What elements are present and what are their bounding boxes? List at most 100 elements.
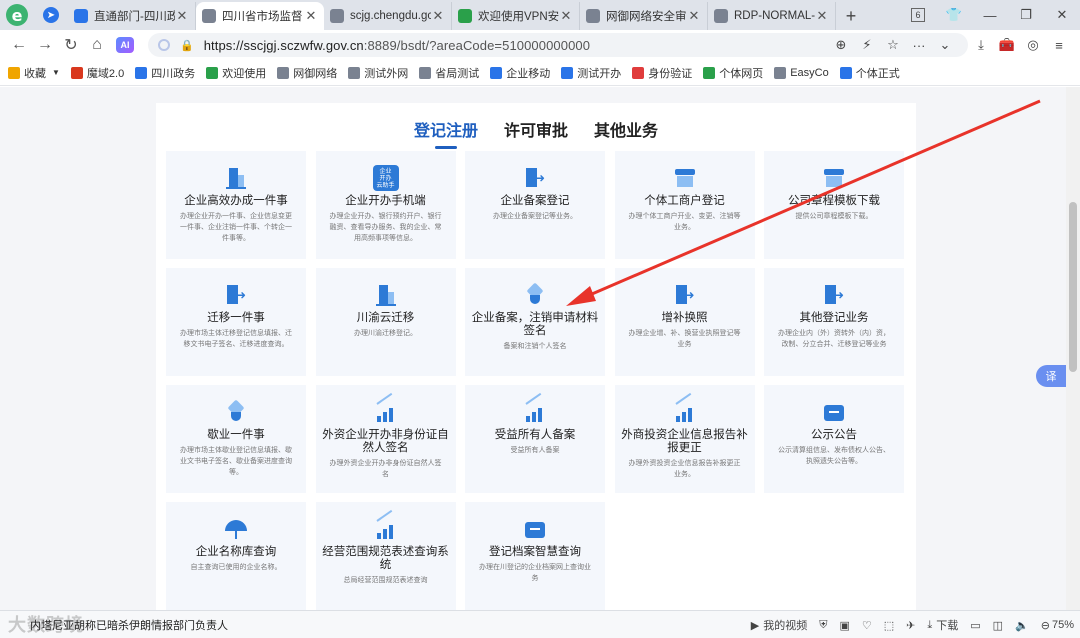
flash-icon[interactable]: ⚡ [854, 37, 880, 53]
service-card[interactable]: 企业备案登记办理企业备案登记等业务。 [465, 151, 605, 259]
category-tab[interactable]: 许可审批 [504, 117, 568, 147]
service-card[interactable]: 企业高效办成一件事 办理企业开办一件事、企业信息变更一件事、企业注销一件事、个转企… [166, 151, 306, 259]
restore-icon[interactable]: ❐ [1008, 0, 1044, 30]
image-icon[interactable]: ▣ [839, 619, 849, 632]
my-video-link[interactable]: 我的视频 [763, 617, 807, 633]
download-link[interactable]: 下载 [936, 617, 958, 633]
close-tab-icon[interactable]: ✕ [687, 8, 701, 24]
close-tab-icon[interactable]: ✕ [175, 8, 189, 24]
service-card[interactable]: 歇业一件事 办理市场主体歇业登记信息填报、歇业文书电子签名、歇业备案进度查询等。 [166, 385, 306, 493]
pinned-tab[interactable]: ➤ [34, 0, 68, 30]
service-card[interactable]: 增补换照办理企业增、补、换营业执照登记等业务 [614, 268, 755, 376]
browser-logo-icon[interactable]: e [0, 0, 34, 30]
zoom-out-icon[interactable]: ⊖ [1041, 619, 1050, 632]
toolbox-icon[interactable]: 🧰 [994, 37, 1020, 53]
service-card[interactable]: 经营范围规范表述查询系统 总局经营范围规范表述查询 [315, 502, 456, 610]
video-icon[interactable]: ▶ [751, 619, 759, 632]
shield-icon [206, 66, 219, 79]
bookmark-item[interactable]: 省局测试 [419, 65, 479, 81]
bookmark-item[interactable]: 欢迎使用 [206, 65, 266, 81]
favorites-menu[interactable]: 收藏 ▼ [8, 65, 60, 81]
category-tab[interactable]: 登记注册 [414, 117, 478, 147]
zoom-level[interactable]: 75% [1052, 619, 1074, 631]
close-tab-icon[interactable]: ✕ [304, 8, 318, 24]
bookmark-item[interactable]: 测试开办 [561, 65, 621, 81]
bookmark-item[interactable]: 魔域2.0 [70, 65, 124, 81]
zoom-icon[interactable]: ⊕ [828, 37, 854, 53]
bookmark-label: 欢迎使用 [222, 67, 267, 80]
bookmark-item[interactable]: 四川政务 [135, 65, 195, 81]
url-field[interactable]: 🔒 https://sscjgj.sczwfw.gov.cn:8889/bsdt… [148, 33, 968, 57]
chevron-down-icon[interactable]: ⌄ [932, 37, 958, 53]
service-card[interactable]: 外商投资企业信息报告补报更正 办理外资投资企业信息报告补报更正业务。 [614, 385, 755, 493]
volume-icon[interactable]: 🔈 [1015, 619, 1029, 632]
scrollbar-thumb[interactable] [1069, 202, 1077, 372]
browser-tab[interactable]: RDP-NORMAL- ✕ [708, 2, 836, 30]
bookmark-item[interactable]: 网御网络 [277, 65, 337, 81]
bookmark-item[interactable]: 个体正式 [839, 65, 900, 81]
bookmark-label: 个体网页 [719, 67, 764, 80]
more-icon[interactable]: ··· [906, 38, 932, 53]
service-card[interactable]: 迁移一件事办理市场主体迁移登记信息填报、迁移文书电子签名、迁移进度查询。 [166, 268, 306, 376]
bookmark-item[interactable]: EasyCo [774, 66, 829, 79]
download-icon[interactable]: ⤓ [968, 37, 994, 53]
service-card[interactable]: 企业备案，注销申请材料签名 备案和注销个人签名 [465, 268, 605, 376]
star-icon [8, 66, 20, 79]
shirt-icon[interactable]: 👕 [936, 0, 972, 30]
service-card[interactable]: 公司章程模板下载 提供公司章程模板下载。 [764, 151, 904, 259]
services-panel: 登记注册 许可审批 其他业务 企业高效办成一件事 办理企业开办一件事、企业信息变更一件… [156, 103, 916, 610]
transfer-icon [672, 282, 698, 308]
bookmark-item[interactable]: 测试外网 [348, 65, 408, 81]
browser-tab[interactable]: 欢迎使用VPN安 ✕ [452, 2, 580, 30]
back-button[interactable]: ← [6, 31, 32, 59]
service-card[interactable]: 公示公告 公示清算组信息、发布债权人公告、执照遗失公告等。 [764, 385, 904, 493]
site-info-icon[interactable] [158, 39, 170, 51]
heart-monitor-icon[interactable]: ♡ [862, 619, 872, 632]
card-title: 经营范围规范表述查询系统 [322, 546, 449, 571]
split-icon[interactable]: ◫ [993, 619, 1003, 632]
window-icon[interactable]: ▭ [970, 619, 980, 632]
umbrella-icon [223, 516, 249, 542]
service-card[interactable]: 外资企业开办非身份证自然人签名 办理外资企业开办非身份证自然人签名 [315, 385, 456, 493]
service-card[interactable]: 登记档案智慧查询 办理在川登记的企业档案网上查询业务 [465, 502, 605, 610]
home-button[interactable]: ⌂ [84, 31, 110, 59]
browser-tab[interactable]: 网御网络安全审 ✕ [580, 2, 708, 30]
bookmark-label: 收藏 [24, 67, 46, 80]
menu-icon[interactable]: ≡ [1046, 38, 1072, 53]
forward-button[interactable]: → [32, 31, 58, 59]
service-card[interactable]: 其他登记业务办理企业内（外）资转外（内）资，改制、分立合并、迁移登记等业务 [764, 268, 904, 376]
download-status-icon[interactable]: ⤓ [927, 619, 932, 632]
close-window-icon[interactable]: ✕ [1044, 0, 1080, 30]
service-card[interactable]: 个体工商户登记 办理个体工商户开业、变更、注销等业务。 [614, 151, 755, 259]
shield-icon[interactable]: ⛨ [819, 619, 827, 632]
service-card[interactable]: 川渝云迁移 办理川渝迁移登记。 [315, 268, 456, 376]
capture-icon[interactable]: ⬚ [884, 619, 894, 632]
bookmark-star-icon[interactable]: ☆ [880, 37, 906, 53]
card-title: 企业开办手机端 [345, 195, 426, 207]
bookmark-item[interactable]: 个体网页 [703, 65, 763, 81]
service-card[interactable]: 企业 开办 云助手 企业开办手机端 办理企业开办、银行预约开户、银行融资、查看导办服务、… [315, 151, 456, 259]
news-ticker[interactable]: 内塔尼亚胡称已暗杀伊朗情报部门负责人 [30, 617, 228, 633]
minimize-icon[interactable]: — [972, 0, 1008, 30]
card-title: 其他登记业务 [799, 312, 869, 324]
extension-icon[interactable]: ◎ [1020, 37, 1046, 53]
reload-button[interactable]: ↻ [58, 31, 84, 59]
bookmark-item[interactable]: 身份验证 [632, 65, 692, 81]
service-card[interactable]: 企业名称库查询 自主查询已使用的企业名称。 [166, 502, 306, 610]
close-tab-icon[interactable]: ✕ [815, 8, 829, 24]
ai-assistant-icon[interactable]: AI [116, 37, 134, 53]
browser-tab[interactable]: 四川省市场监督 ✕ [196, 2, 324, 30]
card-title: 增补换照 [661, 312, 708, 324]
bookmark-item[interactable]: 企业移动 [490, 65, 550, 81]
close-tab-icon[interactable]: ✕ [559, 8, 573, 24]
close-tab-icon[interactable]: ✕ [431, 8, 445, 24]
scrollbar[interactable] [1066, 87, 1080, 610]
tab-count-button[interactable]: 6 [900, 0, 936, 30]
category-tab[interactable]: 其他业务 [594, 117, 658, 147]
translate-button[interactable]: 译 [1036, 365, 1066, 387]
browser-tab[interactable]: scjg.chengdu.gc ✕ [324, 2, 452, 30]
rocket-icon[interactable]: ✈ [906, 619, 915, 632]
service-card[interactable]: 受益所有人备案 受益所有人备案 [465, 385, 605, 493]
browser-tab[interactable]: 直通部门-四川政 ✕ [68, 2, 196, 30]
new-tab-button[interactable]: + [836, 2, 866, 30]
